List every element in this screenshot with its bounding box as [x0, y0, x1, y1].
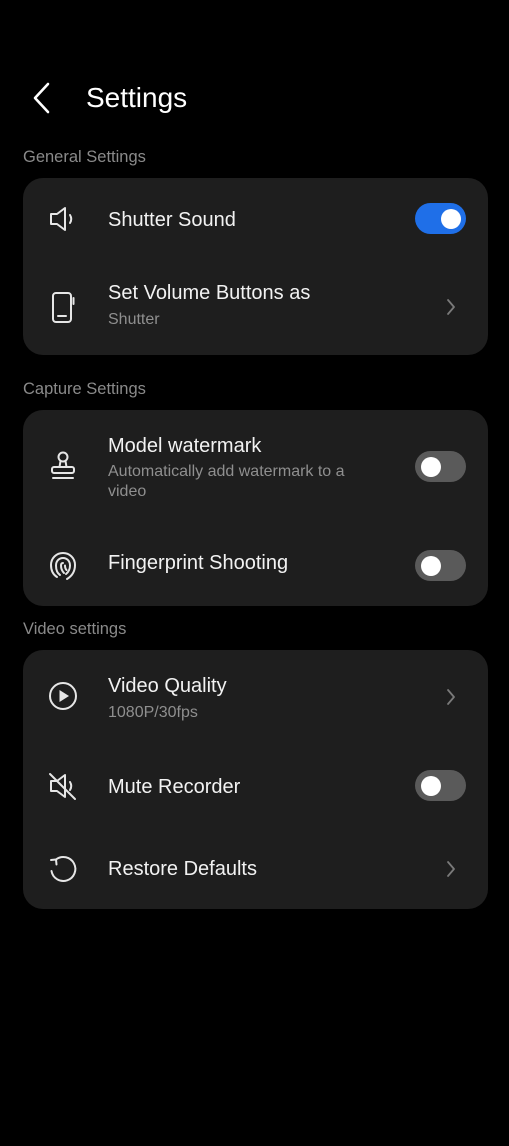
setting-title: Video Quality — [108, 675, 227, 697]
setting-title: Restore Defaults — [108, 858, 257, 880]
section-label-general: General Settings — [23, 148, 146, 166]
setting-subtitle: Shutter — [108, 311, 160, 328]
toggle-knob — [420, 775, 441, 796]
toggle-knob — [440, 208, 461, 229]
toggle-knob — [420, 555, 441, 576]
setting-row-restore-defaults[interactable]: Restore Defaults — [23, 827, 488, 909]
toggle-knob — [420, 456, 441, 477]
stamp-icon — [45, 448, 81, 484]
setting-title: Set Volume Buttons as — [108, 282, 311, 304]
setting-row-fingerprint[interactable]: Fingerprint Shooting — [23, 520, 488, 606]
chevron-right-icon — [441, 297, 461, 317]
chevron-left-icon — [32, 82, 52, 114]
play-circle-icon — [45, 678, 81, 714]
section-label-capture: Capture Settings — [23, 380, 146, 398]
setting-title: Model watermark — [108, 435, 262, 457]
card-general-settings: Shutter Sound Set Volume Buttons as Shut… — [23, 178, 488, 355]
speaker-muted-icon — [45, 768, 81, 804]
setting-subtitle: Automatically add watermark to a video — [108, 463, 345, 500]
section-label-video: Video settings — [23, 620, 127, 638]
setting-title: Mute Recorder — [108, 776, 241, 798]
model-watermark-toggle[interactable] — [415, 451, 466, 482]
setting-row-shutter-sound[interactable]: Shutter Sound — [23, 178, 488, 260]
setting-title: Shutter Sound — [108, 209, 236, 231]
phone-volume-icon — [45, 290, 81, 326]
speaker-icon — [45, 201, 81, 237]
setting-row-volume-buttons[interactable]: Set Volume Buttons as Shutter — [23, 260, 488, 355]
top-bar: Settings — [0, 70, 509, 126]
setting-row-mute-recorder[interactable]: Mute Recorder — [23, 742, 488, 827]
shutter-sound-toggle[interactable] — [415, 203, 466, 234]
mute-recorder-toggle[interactable] — [415, 770, 466, 801]
back-button[interactable] — [22, 78, 62, 118]
fingerprint-icon — [45, 548, 81, 584]
chevron-right-icon — [441, 687, 461, 707]
page-title: Settings — [86, 82, 188, 113]
setting-title: Fingerprint Shooting — [108, 552, 289, 574]
setting-subtitle: 1080P/30fps — [108, 704, 198, 721]
chevron-right-icon — [441, 859, 461, 879]
setting-row-video-quality[interactable]: Video Quality 1080P/30fps — [23, 650, 488, 742]
setting-row-model-watermark[interactable]: Model watermark Automatically add waterm… — [23, 410, 488, 520]
card-video-settings: Video Quality 1080P/30fps Mute Recorder — [23, 650, 488, 909]
restore-icon — [45, 851, 81, 887]
fingerprint-shooting-toggle[interactable] — [415, 550, 466, 581]
card-capture-settings: Model watermark Automatically add waterm… — [23, 410, 488, 606]
